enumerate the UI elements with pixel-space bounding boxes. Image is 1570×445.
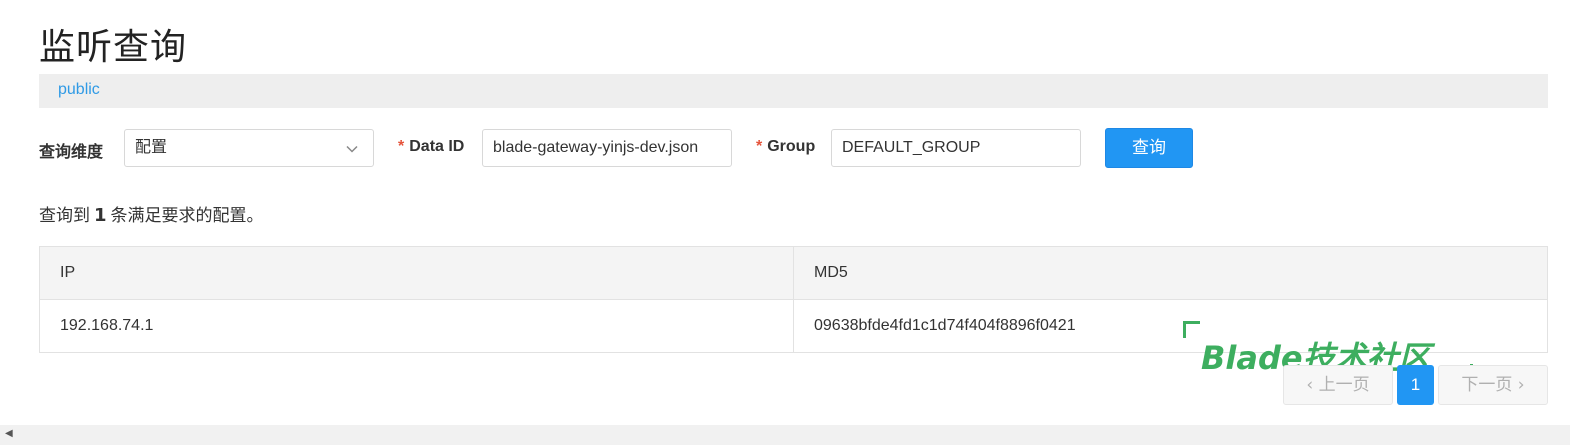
required-mark: * [756,138,763,155]
group-input[interactable] [831,129,1081,167]
watermark-corner-top-left [1183,321,1200,338]
namespace-link-public[interactable]: public [58,81,100,99]
dimension-select-value: 配置 [135,139,168,156]
dataid-label: Data ID [409,138,465,155]
dimension-label: 查询维度 [39,144,104,161]
query-button[interactable]: 查询 [1105,128,1193,168]
result-suffix: 条满足要求的配置。 [110,206,264,226]
dimension-select[interactable]: 配置 [124,129,374,167]
column-header-md5: MD5 [793,246,1548,300]
prev-page-button[interactable]: ‹ 上一页 [1283,365,1393,405]
chevron-left-icon: ‹ [1306,375,1314,395]
result-summary: 查询到 1 条满足要求的配置。 [39,201,264,226]
group-label-wrap: * Group [756,138,815,156]
required-mark: * [398,138,405,155]
next-page-button[interactable]: 下一页 › [1438,365,1548,405]
cell-ip: 192.168.74.1 [39,299,794,353]
prev-page-label: 上一页 [1318,375,1370,395]
next-page-label: 下一页 [1461,375,1513,395]
horizontal-scrollbar[interactable]: ◀ [0,425,1570,445]
table-header-row: IP MD5 [39,246,1548,300]
dataid-label-wrap: * Data ID [398,138,464,156]
scroll-left-arrow-icon[interactable]: ◀ [5,428,13,439]
column-header-ip: IP [39,246,794,300]
result-count: 1 [94,205,107,226]
page-number-current[interactable]: 1 [1397,365,1434,405]
chevron-right-icon: › [1517,375,1525,395]
page-title: 监听查询 [39,27,188,68]
chevron-down-icon [345,130,359,166]
group-label: Group [767,138,816,155]
result-prefix: 查询到 [39,206,90,226]
namespace-bar: public [39,74,1548,108]
dataid-input[interactable] [482,129,732,167]
